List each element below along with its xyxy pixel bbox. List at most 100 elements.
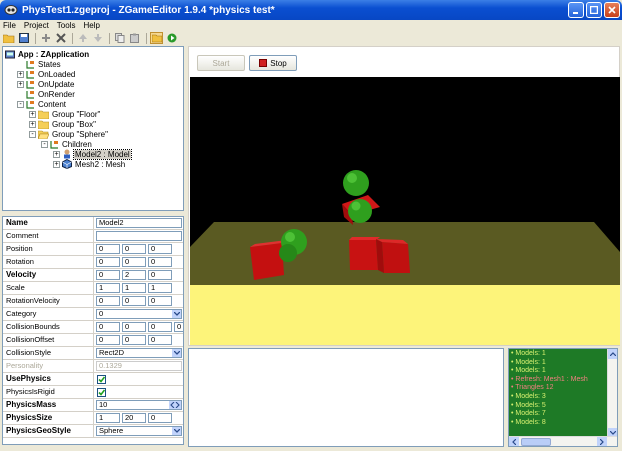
toolbar-separator (146, 32, 147, 44)
open-button[interactable] (2, 32, 15, 44)
property-vector-field[interactable]: 0 (122, 296, 146, 306)
stop-button[interactable]: Stop (249, 55, 297, 71)
property-vector-field[interactable]: 0 (148, 335, 172, 345)
collapse-icon[interactable]: - (17, 100, 24, 108)
property-vector-field[interactable]: 20 (122, 413, 146, 423)
property-row: Category 0 (3, 308, 183, 321)
preview-button[interactable] (150, 32, 163, 44)
tree-item[interactable]: - Group "Sphere" (29, 129, 109, 139)
console-horizontal-scrollbar[interactable] (509, 436, 617, 446)
property-vector-field[interactable]: 1 (148, 283, 172, 293)
property-vector-field[interactable]: 0 (174, 322, 183, 332)
property-dropdown[interactable]: Rect2D (96, 348, 182, 358)
property-checkbox[interactable] (97, 375, 106, 384)
console-log[interactable]: • Models: 8 • Models: 7 • Models: 5 • Model… (508, 348, 618, 447)
copy-icon (114, 33, 124, 43)
tree-item[interactable]: + OnLoaded (17, 69, 76, 79)
console-line: • Models: 5 (511, 401, 546, 409)
add-icon (41, 34, 50, 42)
spin-arrows-icon[interactable] (169, 401, 181, 409)
expand-icon[interactable]: + (53, 150, 60, 158)
delete-button[interactable] (54, 32, 67, 44)
property-vector-field[interactable]: 0 (148, 296, 172, 306)
chevron-down-icon[interactable] (172, 310, 181, 318)
tree-item[interactable]: States (17, 59, 62, 69)
move-up-button[interactable] (76, 32, 89, 44)
property-text-field[interactable] (96, 231, 182, 241)
property-vector-field[interactable]: 0 (122, 322, 146, 332)
collapse-icon[interactable]: - (41, 140, 48, 148)
menu-help[interactable]: Help (83, 21, 99, 30)
tree-item[interactable]: - Children (41, 139, 93, 149)
preview-scene (190, 77, 620, 345)
property-row: Position 0 0 0 (3, 243, 183, 256)
paste-button[interactable] (128, 32, 141, 44)
chevron-down-icon[interactable] (172, 427, 181, 435)
expand-icon[interactable]: + (17, 80, 24, 88)
property-vector-field[interactable]: 1 (122, 283, 146, 293)
tree-item[interactable]: - Content (17, 99, 67, 109)
expand-icon[interactable]: + (53, 160, 60, 168)
property-vector-field[interactable]: 0 (148, 244, 172, 254)
property-vector-field[interactable]: 0 (148, 322, 172, 332)
copy-button[interactable] (113, 32, 126, 44)
project-tree[interactable]: App : ZApplication States + OnLoaded + OnUpda… (2, 46, 184, 211)
scroll-right-button[interactable] (597, 437, 607, 446)
folder-view-icon (151, 34, 162, 43)
move-down-button[interactable] (91, 32, 104, 44)
menu-project[interactable]: Project (24, 21, 49, 30)
property-vector-field[interactable]: 0 (96, 257, 120, 267)
save-button[interactable] (17, 32, 30, 44)
property-name: Rotation (3, 256, 94, 268)
property-vector-field[interactable]: 0 (96, 270, 120, 280)
property-dropdown[interactable]: Sphere (96, 426, 182, 436)
property-vector-field[interactable]: 0 (122, 244, 146, 254)
property-vector-field[interactable]: 0 (96, 244, 120, 254)
chevron-down-icon[interactable] (172, 349, 181, 357)
property-vector-field[interactable]: 1 (96, 283, 120, 293)
collapse-icon[interactable]: - (29, 130, 36, 138)
expand-icon[interactable]: + (17, 70, 24, 78)
property-checkbox[interactable] (97, 388, 106, 397)
property-vector-field[interactable]: 0 (148, 413, 172, 423)
tree-item[interactable]: + Group "Box" (29, 119, 97, 129)
tree-item[interactable]: + Mesh2 : Mesh (53, 159, 126, 169)
property-text-field[interactable]: Model2 (96, 218, 182, 228)
log-area[interactable] (188, 348, 504, 447)
tree-item[interactable]: OnRender (17, 89, 76, 99)
add-component-button[interactable] (39, 32, 52, 44)
minimize-button[interactable] (568, 2, 584, 18)
run-button[interactable] (165, 32, 178, 44)
property-name: Name (3, 217, 94, 229)
tree-item[interactable]: + Model2 : Model (53, 148, 132, 160)
tree-item[interactable]: + OnUpdate (17, 79, 75, 89)
console-vertical-scrollbar[interactable] (607, 349, 617, 438)
tree-item[interactable]: App : ZApplication (5, 49, 90, 59)
property-dropdown[interactable]: 0 (96, 309, 182, 319)
property-vector-field[interactable]: 0 (96, 322, 120, 332)
menu-file[interactable]: File (3, 21, 16, 30)
property-vector-field[interactable]: 0 (148, 270, 172, 280)
start-button[interactable]: Start (197, 55, 245, 71)
property-vector-field[interactable]: 0 (122, 335, 146, 345)
scroll-left-button[interactable] (509, 437, 519, 446)
expand-icon[interactable]: + (29, 120, 36, 128)
preview-viewport[interactable] (190, 77, 620, 345)
property-vector-field[interactable]: 0 (148, 257, 172, 267)
property-vector-field[interactable]: 0 (96, 335, 120, 345)
menu-tools[interactable]: Tools (57, 21, 76, 30)
property-vector-field[interactable]: 2 (122, 270, 146, 280)
property-vector-field[interactable]: 1 (96, 413, 120, 423)
property-vector-field[interactable]: 0 (96, 296, 120, 306)
property-spin-field[interactable]: 10 (96, 400, 182, 410)
tree-item-label: Group "Box" (52, 119, 96, 129)
maximize-icon (590, 6, 598, 14)
property-vector-field[interactable]: 0 (122, 257, 146, 267)
tree-item[interactable]: + Group "Floor" (29, 109, 101, 119)
scroll-thumb[interactable] (521, 438, 551, 446)
paste-icon (129, 33, 139, 43)
scroll-up-button[interactable] (608, 349, 617, 359)
expand-icon[interactable]: + (29, 110, 36, 118)
close-button[interactable] (604, 2, 620, 18)
maximize-button[interactable] (586, 2, 602, 18)
